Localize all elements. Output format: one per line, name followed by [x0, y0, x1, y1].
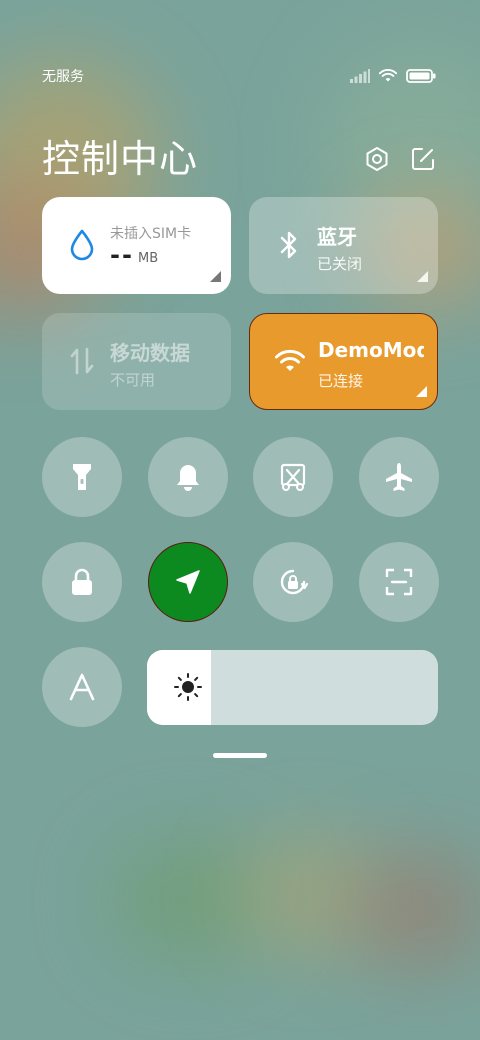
mobile-data-status: 不可用	[110, 371, 156, 389]
scanner-toggle[interactable]	[359, 542, 439, 622]
silent-toggle[interactable]	[148, 437, 228, 517]
wifi-network-name: DemoMode	[318, 338, 424, 362]
airplane-mode-toggle[interactable]	[359, 437, 439, 517]
bell-icon	[177, 465, 199, 491]
expand-corner-icon	[416, 386, 427, 397]
battery-icon	[406, 69, 436, 83]
drag-handle[interactable]	[213, 753, 267, 758]
rotation-lock-toggle[interactable]	[253, 542, 333, 622]
bluetooth-label: 蓝牙	[317, 225, 357, 249]
settings-button[interactable]	[364, 146, 390, 172]
lock-icon	[72, 568, 92, 595]
wifi-icon	[275, 349, 305, 371]
wifi-status: 已连接	[318, 372, 364, 390]
carrier-text: 无服务	[42, 69, 84, 85]
sim-status-text: 未插入SIM卡	[110, 226, 192, 242]
data-arrows-icon	[70, 347, 94, 375]
data-usage-value: --	[110, 241, 134, 269]
location-icon	[176, 570, 200, 594]
status-bar: 无服务	[42, 66, 436, 86]
mobile-data-tile[interactable]: 移动数据 不可用	[42, 313, 231, 410]
bluetooth-tile[interactable]: 蓝牙 已关闭	[249, 197, 438, 294]
lock-screen-toggle[interactable]	[42, 542, 122, 622]
font-size-icon	[69, 673, 95, 701]
location-toggle[interactable]	[148, 542, 228, 622]
wifi-tile[interactable]: DemoMode 已连接	[249, 313, 438, 410]
edit-icon	[412, 148, 434, 170]
edit-button[interactable]	[410, 146, 436, 172]
expand-corner-icon	[417, 271, 428, 282]
wifi-icon	[378, 69, 398, 82]
flashlight-icon	[73, 464, 91, 490]
expand-corner-icon	[210, 271, 221, 282]
rotation-lock-icon	[280, 569, 309, 595]
page-title: 控制中心	[42, 137, 199, 181]
mobile-data-label: 移动数据	[110, 341, 190, 365]
data-usage-tile[interactable]: 未插入SIM卡 -- MB	[42, 197, 231, 294]
font-size-toggle[interactable]	[42, 647, 122, 727]
screenshot-toggle[interactable]	[253, 437, 333, 517]
signal-icon	[350, 69, 370, 83]
sun-icon	[174, 673, 202, 701]
bluetooth-status: 已关闭	[317, 255, 363, 273]
settings-icon	[366, 147, 388, 171]
water-drop-icon	[70, 229, 94, 261]
scan-icon	[385, 568, 413, 596]
brightness-slider[interactable]	[147, 650, 438, 725]
flashlight-toggle[interactable]	[42, 437, 122, 517]
airplane-icon	[386, 463, 412, 491]
bluetooth-icon	[280, 231, 297, 259]
data-usage-unit: MB	[138, 251, 159, 266]
screenshot-icon	[280, 463, 306, 491]
